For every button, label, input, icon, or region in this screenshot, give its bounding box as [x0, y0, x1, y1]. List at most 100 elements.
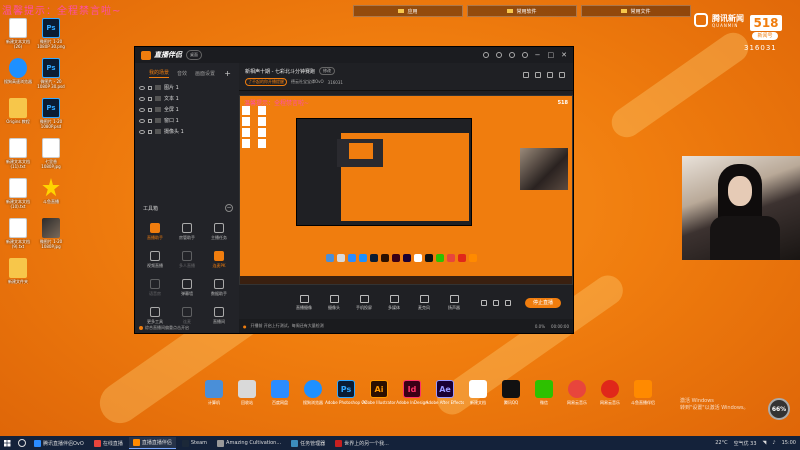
desktop-icon[interactable]: 七里香 1080P.jpg: [35, 138, 67, 178]
toolbox-item[interactable]: 语音房: [139, 279, 171, 301]
desktop-icon[interactable]: 新建文本文档 (11).txt: [2, 138, 34, 178]
taskbar-item[interactable]: 世界上的另一个我...: [331, 437, 393, 449]
desktop-icon[interactable]: 新建文本文档 (10).txt: [2, 178, 34, 218]
lock-icon[interactable]: [148, 129, 152, 134]
maximize-icon[interactable]: □: [548, 52, 555, 59]
lock-icon[interactable]: [148, 85, 152, 90]
taskbar-item[interactable]: Amazing Cultivation...: [213, 437, 285, 449]
record-icon[interactable]: [481, 300, 487, 306]
dock-item[interactable]: 新建文档: [466, 380, 490, 405]
settings-icon[interactable]: [482, 52, 489, 58]
toolbox-item[interactable]: 视频直播: [139, 251, 171, 273]
scene-tab[interactable]: 我的场景: [149, 69, 170, 78]
eye-icon[interactable]: [139, 96, 145, 101]
clock[interactable]: 15:00: [782, 440, 796, 446]
toolbox-item[interactable]: 连麦PK: [203, 251, 235, 273]
collapse-icon[interactable]: −: [225, 204, 233, 212]
copy-icon[interactable]: [547, 72, 553, 78]
lock-icon[interactable]: [148, 118, 152, 123]
desktop-folder-tab[interactable]: 常用文件: [581, 5, 691, 17]
eye-icon[interactable]: [139, 107, 145, 112]
toolbox-item[interactable]: 房管助手: [171, 223, 203, 245]
scene-item[interactable]: 图片 1: [135, 82, 239, 93]
desktop-icon[interactable]: 斗鱼直播: [35, 178, 67, 218]
toolbox-item[interactable]: 直播间: [203, 307, 235, 329]
dock-item[interactable]: Ae Adobe After Effects: [426, 380, 464, 405]
network-icon[interactable]: ◥: [763, 440, 767, 446]
toolbox-item[interactable]: 主播任务: [203, 223, 235, 245]
desktop-icon[interactable]: 新建文本文档 (26): [2, 18, 34, 58]
source-tool-button[interactable]: 摄像头: [323, 295, 345, 311]
add-scene-icon[interactable]: +: [224, 69, 231, 78]
dock-item[interactable]: Ai Adobe Illustrator: [362, 380, 396, 405]
dock-item[interactable]: 微信: [532, 380, 556, 405]
scene-item[interactable]: 窗口 1: [135, 115, 239, 126]
live-reminder-badge[interactable]: 了不起的你开播提醒: [245, 78, 287, 86]
desktop-icon[interactable]: Origins 教程: [2, 98, 34, 138]
eye-icon[interactable]: [493, 300, 499, 306]
desktop-icon[interactable]: 搜狗高速浏览器: [2, 58, 34, 98]
dock-item[interactable]: Ps Adobe Photoshop CC: [325, 380, 367, 405]
lock-icon[interactable]: [148, 96, 152, 101]
scene-item[interactable]: 文本 1: [135, 93, 239, 104]
dock-item[interactable]: Id Adobe InDesign: [396, 380, 428, 405]
desktop-icon[interactable]: Ps 微图片 1-20 1080P 30.png: [35, 18, 67, 58]
dock-item[interactable]: 回收站: [235, 380, 259, 405]
dock-item[interactable]: 网易云音乐: [565, 380, 589, 405]
scene-item[interactable]: 摄像头 1: [135, 126, 239, 137]
taskbar-item[interactable]: 直播直播伴侣: [128, 437, 176, 449]
eye-icon[interactable]: [139, 129, 145, 134]
eye-icon[interactable]: [139, 85, 145, 90]
search-icon[interactable]: [18, 439, 26, 447]
message-icon[interactable]: [495, 52, 502, 58]
source-tool-button[interactable]: 手机投屏: [353, 295, 375, 311]
toolbox-item[interactable]: 多人直播: [171, 251, 203, 273]
desktop-icon[interactable]: 新建文本文档 (9).txt: [2, 218, 34, 258]
dock-item[interactable]: 网易云音乐: [598, 380, 622, 405]
start-button[interactable]: [0, 436, 14, 450]
desktop-icon[interactable]: 微图片 1-20 1080P.jpg: [35, 218, 67, 258]
stop-live-button[interactable]: 停止直播: [525, 298, 562, 308]
delete-icon[interactable]: [523, 72, 529, 78]
source-tool-button[interactable]: 麦克风: [413, 295, 435, 311]
dock-item[interactable]: 斗鱼直播伴侣: [631, 380, 655, 405]
edit-title-button[interactable]: 修改: [319, 67, 335, 75]
stream-preview[interactable]: 温馨提示：全程禁言啦~ 518: [239, 95, 573, 285]
taskbar-item[interactable]: 腾讯直播伴侣OvO: [30, 437, 88, 449]
dock-item[interactable]: 计算机: [202, 380, 226, 405]
scene-item[interactable]: 全屏 1: [135, 104, 239, 115]
source-tool-button[interactable]: 多媒体: [383, 295, 405, 311]
taskbar-item[interactable]: 在线直播: [90, 437, 127, 449]
performance-badge[interactable]: 66%: [768, 398, 790, 420]
desktop-icon[interactable]: Ps 微图片 1-20 1080P.psd: [35, 98, 67, 138]
toolbox-item[interactable]: 弹幕墙: [171, 279, 203, 301]
avatar[interactable]: [521, 52, 528, 58]
source-tool-button[interactable]: 扬声器: [443, 295, 465, 311]
close-icon[interactable]: ✕: [561, 52, 567, 59]
dock-item[interactable]: 搜狗浏览器: [301, 380, 325, 405]
gear-icon[interactable]: [505, 300, 511, 306]
taskbar-item[interactable]: Steam: [178, 437, 211, 449]
share-icon[interactable]: [559, 72, 565, 78]
eye-icon[interactable]: [139, 118, 145, 123]
lock-icon[interactable]: [148, 107, 152, 112]
desktop-icon[interactable]: Ps 微图片 - 20 1080P 30.psd: [35, 58, 67, 98]
weather-temp[interactable]: 22°C: [715, 440, 727, 446]
source-tool-button[interactable]: 直播摄像: [293, 295, 315, 311]
app-version-tag[interactable]: 桌面: [186, 50, 202, 60]
taskbar-item[interactable]: 任务管理器: [287, 437, 329, 449]
lock-icon[interactable]: [535, 72, 541, 78]
scene-tab[interactable]: 音效: [177, 70, 187, 77]
help-icon[interactable]: [508, 52, 515, 58]
volume-icon[interactable]: ♪: [772, 440, 775, 446]
dock-item[interactable]: 腾讯QQ: [499, 380, 523, 405]
dock-item[interactable]: 百度网盘: [268, 380, 292, 405]
minimize-icon[interactable]: −: [535, 52, 541, 59]
toolbox-item[interactable]: 直播助手: [139, 223, 171, 245]
desktop-icon[interactable]: 新建文件夹: [2, 258, 34, 298]
scene-tab[interactable]: 画面设置: [195, 70, 215, 77]
desktop-folder-tab[interactable]: 应用: [353, 5, 463, 17]
air-quality[interactable]: 空气优 33: [734, 440, 757, 447]
toolbox-item[interactable]: 数据助手: [203, 279, 235, 301]
desktop-folder-tab[interactable]: 常用软件: [467, 5, 577, 17]
